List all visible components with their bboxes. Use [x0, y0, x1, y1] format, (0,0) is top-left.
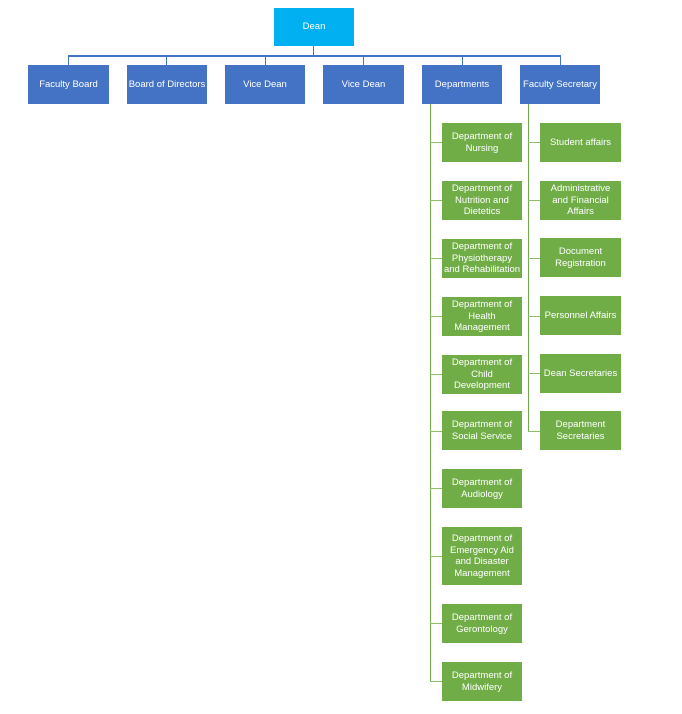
connector-dept-branch — [430, 200, 442, 201]
node-vice-dean-1: Vice Dean — [225, 65, 305, 104]
connector-vice-dean-1 — [265, 56, 266, 65]
node-department-secretaries: Department Secretaries — [540, 411, 621, 450]
node-departments: Departments — [422, 65, 502, 104]
connector-dept-branch — [430, 142, 442, 143]
connector-dept-branch — [430, 556, 442, 557]
connector-secretary-spine — [528, 104, 529, 431]
connector-faculty-board — [68, 56, 69, 65]
node-faculty-board: Faculty Board — [28, 65, 109, 104]
node-dept-child-development: Department of Child Development — [442, 355, 522, 394]
connector-departments — [462, 56, 463, 65]
node-dept-audiology: Department of Audiology — [442, 469, 522, 508]
node-admin-financial-affairs: Administrative and Financial Affairs — [540, 181, 621, 220]
node-vice-dean-2: Vice Dean — [323, 65, 404, 104]
connector-vice-dean-2 — [363, 56, 364, 65]
node-student-affairs: Student affairs — [540, 123, 621, 162]
connector-faculty-secretary — [560, 56, 561, 65]
node-dept-gerontology: Department of Gerontology — [442, 604, 522, 643]
node-personnel-affairs: Personnel Affairs — [540, 296, 621, 335]
connector-dept-branch — [430, 488, 442, 489]
connector-dept-branch — [430, 681, 442, 682]
connector-dept-branch — [430, 623, 442, 624]
node-dept-nutrition: Department of Nutrition and Dietetics — [442, 181, 522, 220]
node-dept-physiotherapy: Department of Physiotherapy and Rehabili… — [442, 239, 522, 278]
connector-level2-horizontal — [68, 55, 561, 57]
connector-departments-spine — [430, 104, 431, 682]
connector-secretary-branch — [528, 142, 540, 143]
node-dept-health-management: Department of Health Management — [442, 297, 522, 336]
node-dean: Dean — [274, 8, 354, 46]
connector-secretary-branch — [528, 200, 540, 201]
node-document-registration: Document Registration — [540, 238, 621, 277]
connector-secretary-branch — [528, 316, 540, 317]
node-dept-midwifery: Department of Midwifery — [442, 662, 522, 701]
connector-dept-branch — [430, 316, 442, 317]
connector-secretary-branch — [528, 373, 540, 374]
connector-dept-branch — [430, 431, 442, 432]
connector-dept-branch — [430, 258, 442, 259]
node-dept-emergency-aid: Department of Emergency Aid and Disaster… — [442, 527, 522, 585]
node-board-of-directors: Board of Directors — [127, 65, 207, 104]
node-dean-secretaries: Dean Secretaries — [540, 354, 621, 393]
connector-board-of-directors — [166, 56, 167, 65]
node-dept-nursing: Department of Nursing — [442, 123, 522, 162]
connector-dept-branch — [430, 374, 442, 375]
connector-secretary-branch — [528, 431, 540, 432]
node-faculty-secretary: Faculty Secretary — [520, 65, 600, 104]
node-dept-social-service: Department of Social Service — [442, 411, 522, 450]
connector-secretary-branch — [528, 258, 540, 259]
